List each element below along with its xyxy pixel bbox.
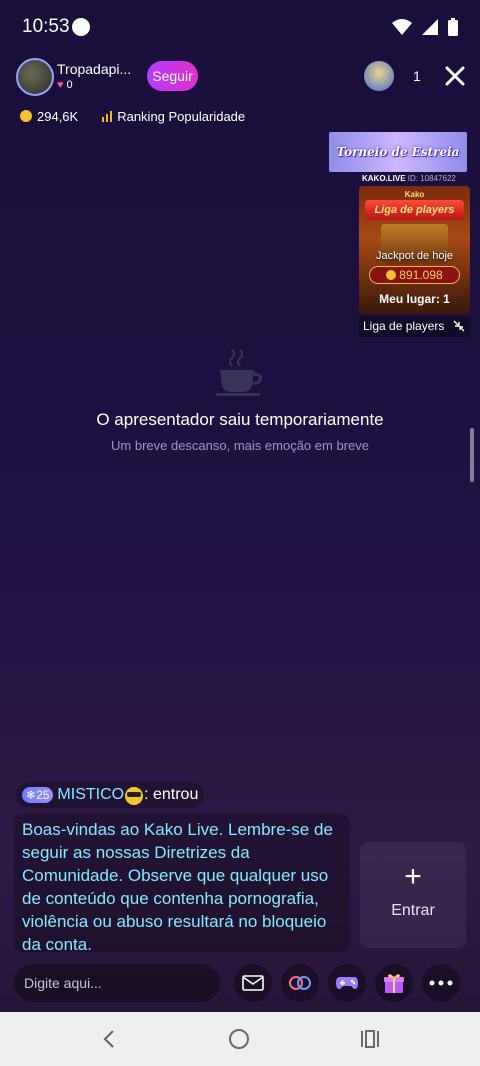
enter-label: Entrar — [391, 902, 435, 919]
coin-icon — [386, 270, 397, 280]
tournament-banner-text: Torneio de Estreia — [336, 145, 460, 159]
host-bar: Tropadapi... ♥ 0 Seguir 1 — [16, 58, 465, 96]
coffee-cup-icon — [216, 349, 262, 396]
enter-button[interactable]: + Entrar — [360, 842, 466, 948]
status-time: 10:53 — [22, 16, 70, 37]
jackpot-label: Jackpot de hoje — [375, 250, 454, 262]
scroll-indicator[interactable] — [470, 428, 474, 482]
more-button[interactable] — [422, 964, 460, 1002]
kako-brand: KAKO.LIVE — [362, 174, 406, 183]
viewer-count[interactable]: 1 — [413, 68, 421, 84]
ranking-label: Ranking Popularidade — [117, 108, 246, 124]
level-value: 25 — [36, 788, 50, 802]
ranking-bars-icon — [102, 110, 113, 122]
rings-icon — [289, 976, 311, 990]
league-brand: Kako — [404, 190, 425, 199]
league-bar-label: Liga de players — [363, 319, 445, 333]
viewer-avatar[interactable] — [364, 61, 394, 91]
league-bar[interactable]: Liga de players — [359, 316, 470, 337]
heart-icon: ♥ — [57, 79, 64, 91]
sunglasses-emoji-icon — [125, 787, 144, 805]
league-title: Liga de players — [365, 200, 464, 220]
away-subtitle: Um breve descanso, mais emoção em breve — [111, 438, 369, 453]
host-name[interactable]: Tropadapi... — [57, 61, 131, 77]
message-button[interactable] — [234, 964, 272, 1002]
status-bar: 10:53 — [0, 0, 480, 52]
close-icon[interactable] — [441, 62, 469, 90]
status-icons — [392, 18, 458, 36]
gift-button[interactable] — [375, 964, 413, 1002]
coin-icon — [20, 109, 32, 122]
home-icon[interactable] — [229, 1029, 249, 1049]
level-badge: ❄ 25 — [22, 787, 54, 803]
host-likes: ♥ 0 — [57, 79, 73, 91]
jackpot-value: 891.098 — [399, 268, 443, 282]
plus-icon: + — [404, 860, 422, 893]
league-card[interactable]: Kako Liga de players Jackpot de hoje 891… — [359, 186, 470, 314]
pk-button[interactable] — [281, 964, 319, 1002]
follow-button[interactable]: Seguir — [147, 61, 198, 91]
chat-welcome-message: Boas-vindas ao Kako Live. Lembre-se de s… — [14, 814, 350, 954]
chat-join-message: ❄ 25 MISTICO : entrou — [16, 782, 205, 808]
battery-icon — [448, 18, 458, 36]
collapse-icon[interactable] — [452, 319, 466, 333]
notification-icon — [72, 18, 90, 36]
kako-id-value: ID: 10847622 — [407, 174, 456, 183]
back-icon[interactable] — [98, 1028, 120, 1050]
jackpot-value-pill: 891.098 — [369, 266, 460, 284]
chat-input[interactable]: Digite aqui... — [14, 964, 220, 1002]
stats-row: 294,6K Ranking Popularidade — [20, 106, 245, 126]
chat-join-action: : entrou — [144, 786, 199, 803]
host-likes-count: 0 — [66, 79, 73, 91]
game-button[interactable] — [328, 964, 366, 1002]
system-nav-bar — [0, 1012, 480, 1066]
host-avatar[interactable] — [16, 58, 54, 96]
welcome-text: Boas-vindas ao Kako Live. Lembre-se de s… — [22, 820, 333, 954]
gift-icon — [384, 974, 404, 993]
mail-icon — [242, 975, 264, 991]
more-icon — [429, 980, 453, 986]
recents-icon[interactable] — [360, 1030, 380, 1048]
tournament-banner[interactable]: Torneio de Estreia — [329, 132, 467, 172]
ranking-stat[interactable]: Ranking Popularidade — [102, 109, 245, 124]
gamepad-icon — [336, 977, 358, 990]
my-place: Meu lugar: 1 — [379, 292, 450, 306]
signal-icon — [422, 19, 438, 35]
coins-value: 294,6K — [37, 108, 79, 124]
level-badge-icon: ❄ — [26, 788, 37, 802]
coins-stat[interactable]: 294,6K — [20, 109, 78, 124]
kako-id: KAKO.LIVE ID: 10847622 — [362, 174, 456, 183]
away-title: O apresentador saiu temporariamente — [96, 410, 384, 429]
wifi-icon — [392, 19, 412, 35]
chat-username[interactable]: MISTICO — [57, 786, 124, 804]
